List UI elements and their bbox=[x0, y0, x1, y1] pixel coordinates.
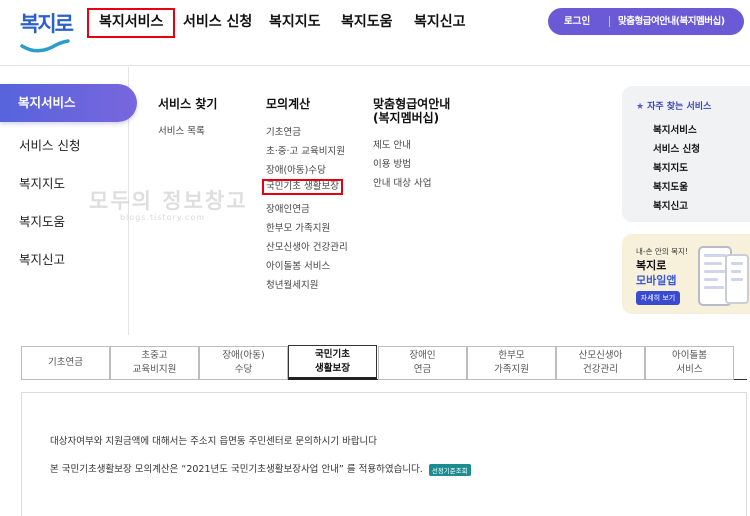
custom-benefit-subtitle: (복지멤버십) bbox=[373, 111, 440, 125]
calc-link-youth-rent[interactable]: 청년월세지원 bbox=[266, 277, 318, 291]
site-logo[interactable]: 복지로 bbox=[18, 6, 76, 56]
favorite-title-text: 자주 찾는 서비스 bbox=[647, 102, 712, 112]
mobile-app-banner[interactable]: 내-손 안의 복지! 복지로 모바일앱 자세히 보기 bbox=[622, 234, 750, 314]
app-detail-button[interactable]: 자세히 보기 bbox=[636, 291, 680, 305]
calc-link-disability-pension[interactable]: 장애인연금 bbox=[266, 201, 310, 215]
criteria-lookup-button[interactable]: 선정기준조회 bbox=[428, 463, 471, 476]
phone-icon-secondary bbox=[725, 254, 749, 304]
tab-disability-pension[interactable]: 장애인 연금 bbox=[378, 346, 467, 380]
calc-link-maternity[interactable]: 산모신생아 건강관리 bbox=[266, 239, 348, 253]
calculation-notice: 본 국민기초생활보장 모의계산은 “2021년도 국민기초생활보장사업 안내” … bbox=[50, 461, 471, 476]
tab-maternity[interactable]: 산모신생아 건강관리 bbox=[556, 346, 645, 380]
mega-menu: 복지서비스 서비스 신청 복지지도 복지도움 복지신고 서비스 찾기 서비스 목… bbox=[0, 67, 750, 335]
custom-benefit-link[interactable]: 맞춤형급여안내(복지멤버십) bbox=[618, 8, 725, 35]
nav-welfare-map[interactable]: 복지지도 bbox=[269, 8, 321, 38]
tab-single-parent[interactable]: 한부모 가족지원 bbox=[467, 346, 556, 380]
calculation-notice-text: 본 국민기초생활보장 모의계산은 “2021년도 국민기초생활보장사업 안내” … bbox=[50, 464, 423, 475]
fav-link-welfare-report[interactable]: 복지신고 bbox=[653, 198, 688, 212]
inquiry-notice: 대상자여부와 지원금액에 대해서는 주소지 읍면동 주민센터로 문의하시기 바랍… bbox=[50, 436, 378, 447]
watermark-subtext: blogs.tistory.com bbox=[120, 213, 206, 222]
star-icon: ★ bbox=[636, 102, 645, 112]
watermark-text: 모두의 정보창고 bbox=[89, 188, 248, 213]
tab-disability-allowance[interactable]: 장애(아동) 수당 bbox=[199, 346, 288, 380]
side-item-welfare-map[interactable]: 복지지도 bbox=[19, 173, 65, 192]
custom-benefit-title: 맞춤형급여안내 bbox=[373, 97, 451, 111]
logo-wave-icon bbox=[20, 39, 70, 53]
content-panel: 대상자여부와 지원금액에 대해서는 주소지 읍면동 주민센터로 문의하시기 바랍… bbox=[21, 392, 747, 516]
side-item-welfare-service[interactable]: 복지서비스 bbox=[0, 84, 137, 122]
calc-link-single-parent[interactable]: 한부모 가족지원 bbox=[266, 220, 330, 234]
fav-link-welfare-map[interactable]: 복지지도 bbox=[653, 160, 688, 174]
nav-welfare-help[interactable]: 복지도움 bbox=[341, 8, 393, 38]
favorite-services-title: ★ 자주 찾는 서비스 bbox=[636, 99, 711, 112]
service-list-link[interactable]: 서비스 목록 bbox=[158, 123, 205, 137]
custom-link-usage[interactable]: 이용 방법 bbox=[373, 156, 411, 170]
find-service-title: 서비스 찾기 bbox=[158, 97, 218, 111]
side-item-welfare-report[interactable]: 복지신고 bbox=[19, 249, 65, 268]
calc-link-basic-pension[interactable]: 기초연금 bbox=[266, 124, 301, 138]
calc-link-childcare[interactable]: 아이돌봄 서비스 bbox=[266, 258, 330, 272]
app-banner-subtitle: 모바일앱 bbox=[636, 274, 677, 287]
tab-basic-livelihood[interactable]: 국민기초 생활보장 bbox=[288, 345, 377, 380]
tab-basic-pension[interactable]: 기초연금 bbox=[21, 346, 110, 380]
tab-childcare[interactable]: 아이돌봄 서비스 bbox=[645, 346, 734, 380]
custom-link-target[interactable]: 안내 대상 사업 bbox=[373, 175, 431, 189]
tab-education[interactable]: 초중고 교육비지원 bbox=[110, 346, 199, 380]
nav-welfare-service[interactable]: 복지서비스 bbox=[87, 8, 176, 38]
login-link[interactable]: 로그인 bbox=[564, 8, 590, 35]
calc-link-education[interactable]: 초·중·고 교육비지원 bbox=[266, 143, 345, 157]
calculation-tabs: 기초연금 초중고 교육비지원 장애(아동) 수당 국민기초 생활보장 장애인 연… bbox=[21, 345, 747, 380]
app-banner-title: 복지로 bbox=[636, 259, 667, 272]
nav-welfare-report[interactable]: 복지신고 bbox=[414, 8, 466, 38]
side-item-welfare-help[interactable]: 복지도움 bbox=[19, 211, 65, 230]
favorite-services-box: ★ 자주 찾는 서비스 복지서비스 서비스 신청 복지지도 복지도움 복지신고 bbox=[622, 86, 750, 222]
side-item-service-apply[interactable]: 서비스 신청 bbox=[19, 135, 80, 154]
pill-divider bbox=[609, 16, 610, 27]
calc-link-basic-livelihood[interactable]: 국민기초 생활보장 bbox=[262, 179, 343, 195]
calculation-title: 모의계산 bbox=[266, 97, 311, 111]
app-banner-tagline: 내-손 안의 복지! bbox=[636, 247, 688, 256]
fav-link-welfare-help[interactable]: 복지도움 bbox=[653, 179, 688, 193]
site-header: 복지로 복지서비스 서비스 신청 복지지도 복지도움 복지신고 로그인 맞춤형급… bbox=[0, 0, 750, 66]
nav-service-apply[interactable]: 서비스 신청 bbox=[183, 8, 252, 38]
calc-link-disability-allowance[interactable]: 장애(아동)수당 bbox=[266, 162, 326, 176]
custom-link-system[interactable]: 제도 안내 bbox=[373, 137, 411, 151]
fav-link-service-apply[interactable]: 서비스 신청 bbox=[653, 141, 700, 155]
logo-text: 복지로 bbox=[20, 12, 74, 36]
fav-link-welfare-service[interactable]: 복지서비스 bbox=[653, 122, 697, 136]
login-pill: 로그인 맞춤형급여안내(복지멤버십) bbox=[548, 8, 744, 35]
